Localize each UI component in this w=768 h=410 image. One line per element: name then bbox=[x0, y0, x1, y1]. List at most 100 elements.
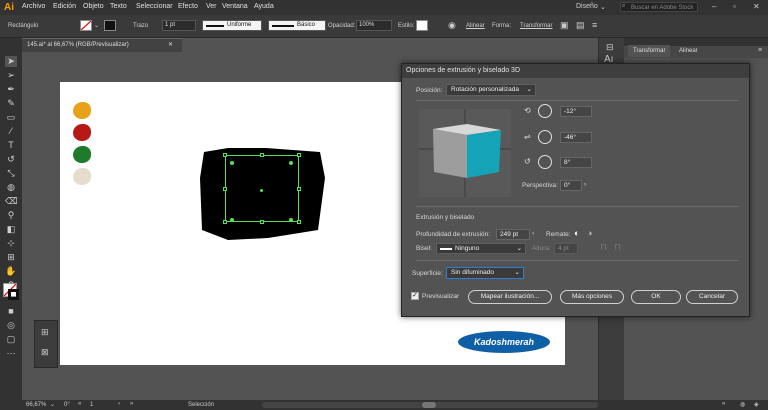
scale-tool-icon[interactable]: ⤡ bbox=[5, 168, 17, 179]
rotate-x-dial[interactable] bbox=[538, 104, 552, 118]
cap-off-icon[interactable]: ◑ bbox=[587, 228, 592, 238]
rotate-z-dial[interactable] bbox=[538, 155, 552, 169]
bevel-in-icon[interactable]: ⊓ bbox=[614, 242, 621, 253]
bevel-select[interactable]: Ninguno ⌄ bbox=[436, 243, 526, 254]
brush-tool-icon[interactable]: ⁄ bbox=[5, 126, 17, 137]
collapse-icon[interactable]: « bbox=[722, 401, 725, 407]
slice-tool-icon[interactable]: ⊠ bbox=[41, 347, 49, 358]
panel-menu-icon[interactable]: ≡ bbox=[592, 20, 597, 30]
bevel-out-icon[interactable]: ⊓ bbox=[600, 242, 607, 253]
isolate-icon[interactable]: ▣ bbox=[560, 20, 569, 31]
chevron-down-icon[interactable]: ⌄ bbox=[94, 22, 99, 29]
rotate-tool-icon[interactable]: ↺ bbox=[5, 154, 17, 165]
panel-menu-icon[interactable]: ≡ bbox=[758, 47, 762, 54]
style-swatch[interactable] bbox=[416, 20, 428, 31]
layers-icon[interactable]: ◈ bbox=[754, 401, 759, 408]
minimize-icon[interactable]: – bbox=[712, 2, 716, 11]
stroke-color-swatch[interactable] bbox=[8, 289, 19, 300]
rotation-preview[interactable] bbox=[419, 109, 511, 197]
transform-link[interactable]: Transformar bbox=[520, 23, 552, 29]
artboard-tool-icon[interactable]: ⊞ bbox=[41, 327, 49, 338]
rotate-z-field[interactable]: 8° bbox=[560, 157, 592, 168]
stroke-label[interactable]: Trazo bbox=[133, 23, 148, 29]
color-blob-red[interactable] bbox=[73, 124, 91, 141]
maximize-icon[interactable]: ▫ bbox=[733, 2, 736, 11]
cap-on-icon[interactable]: ◐ bbox=[574, 228, 579, 238]
type-tool-icon[interactable]: T bbox=[5, 140, 17, 151]
draw-mode-icon[interactable]: ◎ bbox=[5, 320, 17, 331]
corner-widget[interactable] bbox=[230, 218, 234, 222]
more-options-button[interactable]: Más opciones bbox=[560, 290, 624, 304]
zoom-field[interactable]: 66,67% bbox=[26, 402, 46, 408]
close-icon[interactable]: ✕ bbox=[753, 2, 760, 11]
align-link[interactable]: Alinear bbox=[466, 23, 485, 29]
opacity-field[interactable]: 100% bbox=[356, 20, 392, 31]
stock-search-input[interactable]: Buscar en Adobe Stock bbox=[620, 2, 698, 12]
curvature-tool-icon[interactable]: ✎ bbox=[5, 98, 17, 109]
artboard-tool-icon[interactable]: ⊞ bbox=[5, 252, 17, 263]
artboard-number-field[interactable]: 1 bbox=[90, 402, 93, 408]
hand-tool-icon[interactable]: ✋ bbox=[5, 266, 17, 277]
menu-ver[interactable]: Ver bbox=[206, 3, 217, 10]
menu-ayuda[interactable]: Ayuda bbox=[254, 3, 274, 10]
rotate-x-field[interactable]: -12° bbox=[560, 106, 592, 117]
handle-top-center[interactable] bbox=[260, 153, 264, 157]
stroke-swatch[interactable] bbox=[104, 20, 116, 31]
eraser-tool-icon[interactable]: ⌫ bbox=[5, 196, 18, 207]
color-blob-beige[interactable] bbox=[73, 168, 91, 185]
chevron-down-icon[interactable]: ⌄ bbox=[50, 401, 55, 408]
map-art-button[interactable]: Mapear ilustración... bbox=[468, 290, 552, 304]
preview-checkbox[interactable]: ✓ bbox=[411, 292, 419, 300]
ok-button[interactable]: OK bbox=[631, 290, 681, 304]
tab-alinear[interactable]: Alinear bbox=[674, 45, 703, 57]
eyedropper-tool-icon[interactable]: ⚲ bbox=[5, 210, 17, 221]
handle-middle-right[interactable] bbox=[297, 187, 301, 191]
handle-middle-left[interactable] bbox=[223, 187, 227, 191]
color-blob-yellow[interactable] bbox=[73, 102, 91, 119]
menu-ventana[interactable]: Ventana bbox=[222, 3, 248, 10]
corner-widget[interactable] bbox=[289, 218, 293, 222]
color-mode-icon[interactable]: ■ bbox=[5, 306, 17, 317]
corner-widget[interactable] bbox=[230, 161, 234, 165]
depth-field[interactable]: 249 pt bbox=[496, 229, 530, 240]
direct-selection-tool-icon[interactable]: ➢ bbox=[5, 70, 17, 81]
corner-widget[interactable] bbox=[289, 161, 293, 165]
stroke-weight-field[interactable]: 1 pt bbox=[162, 20, 196, 31]
surface-select[interactable]: Sin difuminado ⌄ bbox=[446, 267, 524, 279]
first-artboard-icon[interactable]: « bbox=[78, 401, 81, 407]
screen-mode-icon[interactable]: ▢ bbox=[5, 334, 17, 345]
recolor-icon[interactable]: ◉ bbox=[448, 20, 456, 31]
rotate-y-field[interactable]: -46° bbox=[560, 132, 592, 143]
arrange-icon[interactable]: ▤ bbox=[576, 20, 585, 31]
height-field[interactable]: 4 pt bbox=[554, 243, 578, 254]
chevron-right-icon[interactable]: › bbox=[532, 230, 534, 237]
scrollbar-thumb[interactable] bbox=[422, 402, 436, 408]
more-tools-icon[interactable]: ⋯ bbox=[5, 348, 17, 359]
menu-archivo[interactable]: Archivo bbox=[22, 3, 45, 10]
handle-bottom-center[interactable] bbox=[260, 220, 264, 224]
menu-texto[interactable]: Texto bbox=[110, 3, 127, 10]
opacity-label[interactable]: Opacidad: bbox=[328, 23, 355, 29]
properties-icon[interactable]: ⊟ bbox=[606, 42, 614, 53]
next-artboard-icon[interactable]: › bbox=[118, 401, 120, 407]
position-select[interactable]: Rotación personalizada ⌄ bbox=[446, 84, 536, 96]
fill-swatch[interactable] bbox=[80, 20, 92, 31]
stroke-profile-select[interactable]: Uniforme bbox=[202, 20, 262, 31]
menu-edicion[interactable]: Edición bbox=[53, 3, 76, 10]
handle-top-left[interactable] bbox=[223, 153, 227, 157]
handle-bottom-right[interactable] bbox=[297, 220, 301, 224]
menu-seleccionar[interactable]: Seleccionar bbox=[136, 3, 173, 10]
pen-tool-icon[interactable]: ✒ bbox=[5, 84, 17, 95]
selection-tool-icon[interactable]: ➤ bbox=[5, 56, 17, 67]
rotation-field[interactable]: 0° bbox=[64, 402, 70, 408]
menu-efecto[interactable]: Efecto bbox=[178, 3, 198, 10]
perspective-field[interactable]: 0° bbox=[560, 180, 582, 191]
color-blob-green[interactable] bbox=[73, 146, 91, 163]
rectangle-tool-icon[interactable]: ▭ bbox=[5, 112, 17, 123]
libraries-icon[interactable]: ◍ bbox=[740, 401, 745, 408]
workspace-switcher[interactable]: Diseño bbox=[576, 3, 598, 10]
shape-builder-tool-icon[interactable]: ◍ bbox=[5, 182, 17, 193]
gradient-tool-icon[interactable]: ◧ bbox=[5, 224, 17, 235]
last-artboard-icon[interactable]: » bbox=[130, 401, 133, 407]
handle-top-right[interactable] bbox=[297, 153, 301, 157]
